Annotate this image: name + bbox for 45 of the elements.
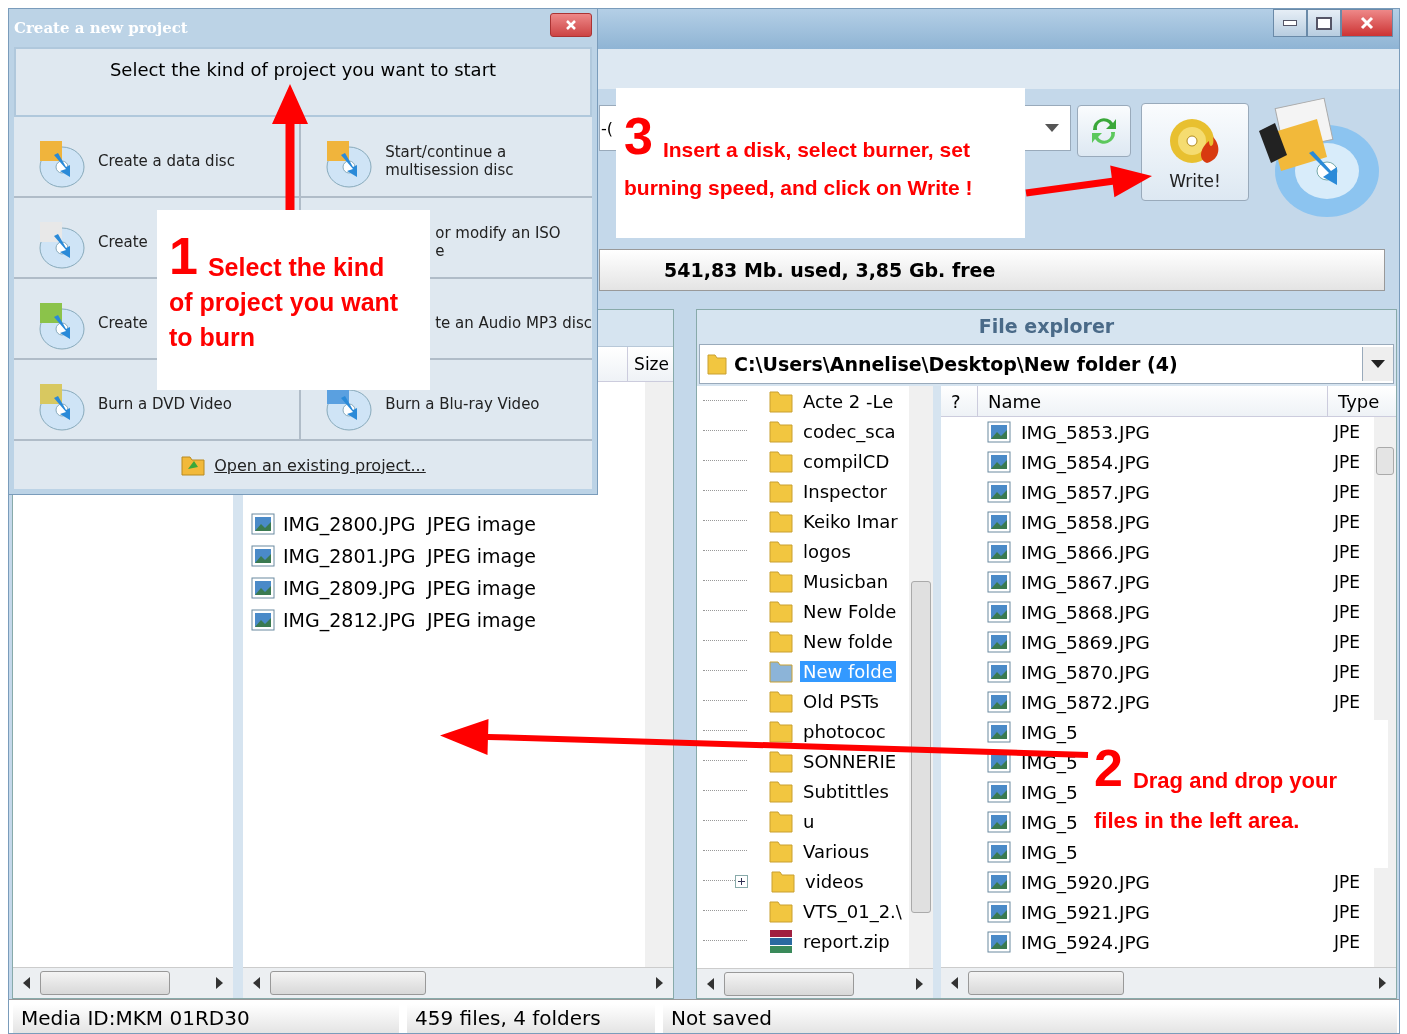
annotation-tooltip: 3 Insert a disk, select burner, set burning speed, and click on Write !: [616, 88, 1025, 238]
file-name: IMG_5854.JPG: [1021, 451, 1150, 473]
file-name: IMG_5920.JPG: [1021, 871, 1150, 893]
file-type: JPEG image: [427, 577, 536, 599]
file-name: IMG_5870.JPG: [1021, 661, 1150, 683]
file-name: IMG_2809.JPG: [283, 577, 417, 599]
file-name: IMG_5853.JPG: [1021, 421, 1150, 443]
file-name: IMG_5921.JPG: [1021, 901, 1150, 923]
file-name: IMG_5867.JPG: [1021, 571, 1150, 593]
file-type: JPEG image: [427, 513, 536, 535]
file-type: JPE: [1334, 902, 1361, 922]
file-name: IMG_2800.JPG: [283, 513, 417, 535]
file-name: IMG_5872.JPG: [1021, 691, 1150, 713]
file-name: IMG_5868.JPG: [1021, 601, 1150, 623]
file-type: JPE: [1334, 632, 1361, 652]
file-type: JPE: [1334, 452, 1361, 472]
file-type: JPE: [1334, 512, 1361, 532]
file-type: JPE: [1334, 542, 1361, 562]
panel-title: File explorer: [977, 314, 1116, 339]
disc-capacity-bar: 541,83 Mb. used, 3,85 Gb. free: [599, 249, 1385, 291]
file-name: IMG_5: [1021, 751, 1078, 773]
file-type: JPEG image: [427, 609, 536, 631]
file-name: IMG_5858.JPG: [1021, 511, 1150, 533]
file-name: IMG_5866.JPG: [1021, 541, 1150, 563]
file-type: JPE: [1334, 602, 1361, 622]
file-type: JPE: [1334, 422, 1361, 442]
file-name: IMG_2812.JPG: [283, 609, 417, 631]
file-name: IMG_5924.JPG: [1021, 931, 1150, 953]
file-name: IMG_5: [1021, 811, 1078, 833]
file-type: JPE: [1334, 482, 1361, 502]
file-type: JPE: [1334, 872, 1361, 892]
file-type: JPE: [1334, 932, 1361, 952]
file-name: IMG_2801.JPG: [283, 545, 417, 567]
file-name: IMG_5857.JPG: [1021, 481, 1150, 503]
annotation-tooltip: 1 Select the kind of project you want to burn: [157, 210, 430, 390]
file-name: IMG_5: [1021, 781, 1078, 803]
file-name: IMG_5: [1021, 841, 1078, 863]
file-name: IMG_5: [1021, 721, 1078, 743]
file-type: JPE: [1334, 692, 1361, 712]
dialog-title: Create a new project: [14, 19, 188, 37]
file-type: JPEG image: [427, 545, 536, 567]
file-type: JPE: [1334, 662, 1361, 682]
dialog-heading: Select the kind of project you want to start: [14, 47, 592, 117]
file-type: JPE: [1334, 572, 1361, 592]
file-name: IMG_5869.JPG: [1021, 631, 1150, 653]
